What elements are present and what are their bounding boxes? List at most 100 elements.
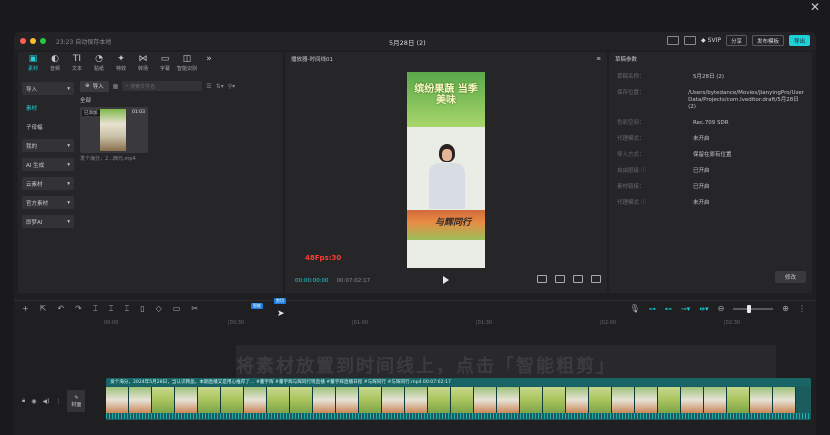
scissors-icon[interactable]: ✂ <box>191 304 198 313</box>
clip-frame <box>727 387 750 413</box>
tool-media[interactable]: ▣ 素材 <box>22 54 44 74</box>
nav-material[interactable]: 素材 <box>22 101 74 114</box>
preview-quality-icon[interactable] <box>573 275 583 283</box>
more-vertical-icon[interactable]: ⋮ <box>55 398 61 405</box>
tool-sticker[interactable]: ◔ 贴纸 <box>88 54 110 74</box>
publish-label: 发布模板 <box>756 38 779 45</box>
publish-template-button[interactable]: 发布模板 <box>751 35 784 46</box>
clip-frame <box>773 387 796 413</box>
zoom-slider-knob[interactable] <box>747 304 752 313</box>
link-icon[interactable]: ⊶ <box>649 305 656 313</box>
split-left-icon[interactable]: ⌶ <box>109 304 114 314</box>
nav-cloud[interactable]: 云素材 ▾ <box>22 177 74 190</box>
ratio-icon[interactable] <box>537 275 547 283</box>
chevron-right-icon: » <box>206 54 212 64</box>
filter-icon[interactable]: ⚲▾ <box>228 83 235 90</box>
menu-icon[interactable]: ≡ <box>596 56 601 62</box>
clip-frame <box>543 387 566 413</box>
tool-smart[interactable]: ◫ 智能识别 <box>176 54 198 74</box>
nav-smart-ai[interactable]: 即梦AI ▾ <box>22 215 74 228</box>
audio-waveform <box>106 413 811 419</box>
tool-transition[interactable]: ⋈ 转场 <box>132 54 154 74</box>
clip-frame <box>152 387 175 413</box>
speaker-icon[interactable]: ◀) <box>42 398 49 405</box>
magnet-icon[interactable]: ⊷ <box>665 305 672 313</box>
maximize-window-button[interactable] <box>40 38 46 44</box>
snap-icon[interactable]: ⊸▾ <box>681 305 690 313</box>
prop-key: 保存位置： <box>617 90 645 96</box>
chevron-down-icon: ▾ <box>67 180 70 187</box>
transition-icon: ⋈ <box>138 54 148 64</box>
undo-icon[interactable]: ↶ <box>57 304 64 313</box>
tool-label: 贴纸 <box>93 66 104 72</box>
import-button[interactable]: ⊕ 导入 <box>80 80 109 92</box>
chevron-down-icon: ▾ <box>67 218 70 225</box>
tool-caption[interactable]: ▭ 字幕 <box>154 54 176 74</box>
prop-row: 素材链接： 已开启 <box>617 184 804 191</box>
nav-subtitle[interactable]: 子母幅 <box>22 120 74 133</box>
marker-icon[interactable]: ◇ <box>156 304 162 313</box>
app-window: 23:23 自动保存本地 5月28日 (2) ◆ SVIP 分享 发布模板 导出 … <box>14 32 816 435</box>
preview-axis-icon[interactable]: ⇹▾ <box>699 305 708 313</box>
timeline-ruler[interactable]: 00:00 |00:30 |01:00 |01:30 |02:00 |02:30 <box>104 318 816 328</box>
svip-badge[interactable]: ◆ SVIP <box>701 37 721 44</box>
chevron-down-icon: ▾ <box>67 142 70 149</box>
video-track-clip[interactable]: 发个海分，2024年5月28日，当认识韩晶，本期直播又是用心推荐了… #董宇辉 … <box>106 378 811 420</box>
prop-key: 代理模式： <box>617 136 645 142</box>
video-preview[interactable]: 缤纷果蔬 当季美味 与辉同行 <box>407 72 485 268</box>
all-label: 全部 <box>80 98 92 104</box>
redo-icon[interactable]: ↷ <box>75 304 82 313</box>
more-tools-button[interactable]: » <box>198 54 220 74</box>
play-icon[interactable] <box>443 276 449 284</box>
ruler-tick: |01:30 <box>476 320 493 326</box>
nav-ai[interactable]: AI 生成 ▾ <box>22 158 74 171</box>
media-clip[interactable]: 已添加 01:03 <box>80 107 148 153</box>
close-window-button[interactable] <box>20 38 26 44</box>
split-right-icon[interactable]: ⌶ <box>124 304 129 314</box>
clip-frame <box>704 387 727 413</box>
grid-view-icon[interactable]: ▦ <box>113 83 119 90</box>
search-placeholder: 搜索文件名 <box>130 83 156 90</box>
export-button[interactable]: 导出 <box>788 35 810 46</box>
chevron-down-icon: ▾ <box>67 161 70 168</box>
clip-frame <box>129 387 152 413</box>
panel-layout-icon[interactable] <box>684 36 697 45</box>
tool-audio[interactable]: ◐ 音频 <box>44 54 66 74</box>
delete-icon[interactable]: ▯ <box>140 304 144 313</box>
eye-icon[interactable]: ◉ <box>31 398 36 405</box>
zoom-in-icon[interactable]: ⊕ <box>782 304 789 313</box>
split-icon[interactable]: ⌶ <box>93 304 98 314</box>
zoom-slider[interactable] <box>733 304 774 313</box>
nav-official[interactable]: 官方素材 ▾ <box>22 196 74 209</box>
crop-icon[interactable] <box>555 275 565 283</box>
cover-button[interactable]: ✎ 封面 <box>67 390 86 412</box>
select-tool-icon[interactable]: ⇱ <box>40 304 47 313</box>
search-input[interactable]: ⌕ 搜索文件名 <box>122 81 203 91</box>
nav-import[interactable]: 导入 ▾ <box>22 82 74 95</box>
tool-text[interactable]: TI 文本 <box>66 54 88 74</box>
search-icon: ⌕ <box>125 83 129 89</box>
outer-close-icon[interactable]: ✕ <box>810 0 820 14</box>
tool-effects[interactable]: ✦ 特效 <box>110 54 132 74</box>
smart-edit-icon[interactable]: ▭ <box>173 304 181 313</box>
clip-frame <box>589 387 612 413</box>
more-icon[interactable]: ⋮ <box>798 304 806 313</box>
nav-label: 云素材 <box>26 181 43 188</box>
lock-icon[interactable]: 🔒︎ <box>22 397 25 405</box>
microphone-icon[interactable]: 🎙 <box>630 304 640 313</box>
nav-label: AI 生成 <box>26 162 45 169</box>
list-view-icon[interactable]: ☰ <box>206 83 211 90</box>
prop-value: 已开启 <box>693 184 710 190</box>
prop-row: 草稿名称： 5月28日 (2) <box>617 74 804 81</box>
modify-button[interactable]: 修改 <box>774 271 806 283</box>
clip-frame <box>566 387 589 413</box>
sort-icon[interactable]: ⇅▾ <box>216 83 224 90</box>
layout-icon[interactable] <box>667 36 680 45</box>
minimize-window-button[interactable] <box>30 38 36 44</box>
share-button[interactable]: 分享 <box>725 35 747 46</box>
add-track-icon[interactable]: + <box>22 304 29 313</box>
fullscreen-icon[interactable] <box>591 275 601 283</box>
nav-mine[interactable]: 我的 ▾ <box>22 139 74 152</box>
zoom-out-icon[interactable]: ⊖ <box>718 304 725 313</box>
prop-value: 已开启 <box>693 168 710 174</box>
